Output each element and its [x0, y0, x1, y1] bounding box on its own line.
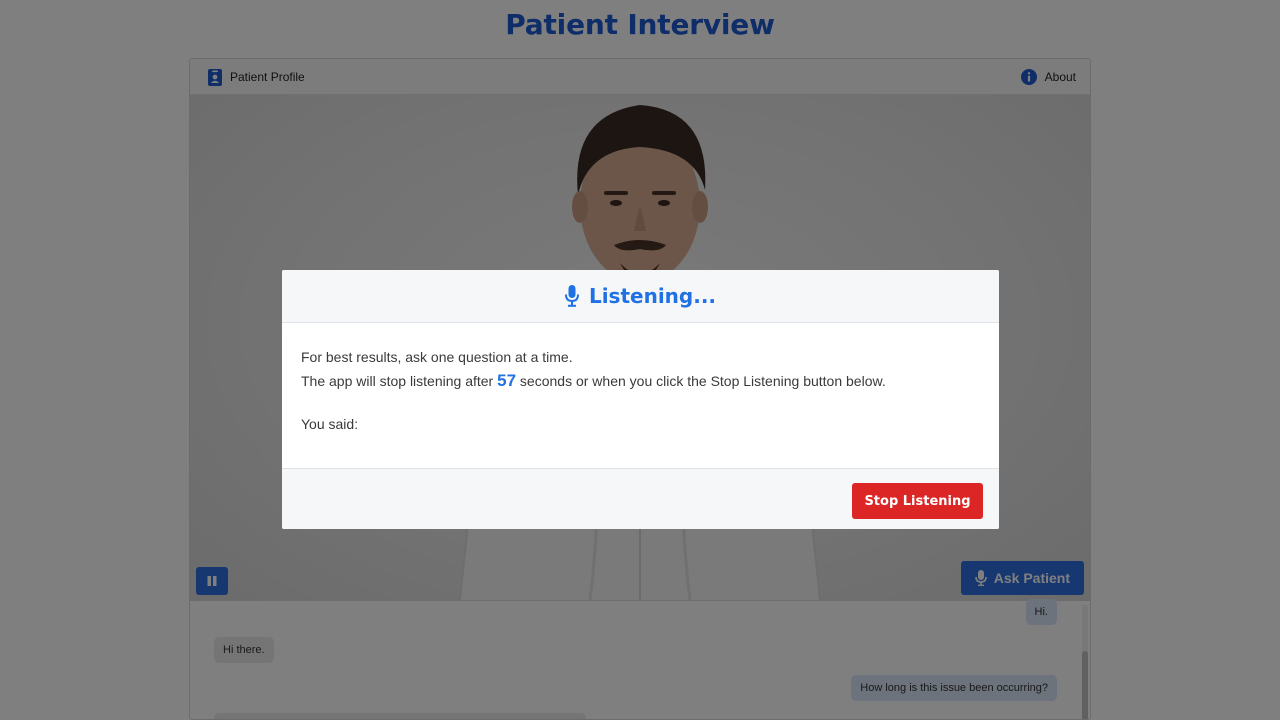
countdown-seconds: 57 — [497, 371, 517, 390]
dialog-footer: Stop Listening — [282, 469, 999, 529]
microphone-icon — [564, 285, 579, 307]
stop-listening-button[interactable]: Stop Listening — [852, 483, 983, 519]
timeout-prefix: The app will stop listening after — [301, 373, 494, 389]
listening-dialog: Listening... For best results, ask one q… — [282, 270, 999, 529]
you-said-label: You said: — [301, 416, 359, 432]
instruction-line: For best results, ask one question at a … — [301, 349, 573, 365]
dialog-title: Listening... — [588, 284, 717, 308]
timeout-line: The app will stop listening after 57 sec… — [301, 369, 980, 393]
dialog-body: For best results, ask one question at a … — [282, 323, 999, 469]
dialog-header: Listening... — [282, 270, 999, 323]
timeout-suffix: seconds or when you click the Stop Liste… — [519, 373, 886, 389]
